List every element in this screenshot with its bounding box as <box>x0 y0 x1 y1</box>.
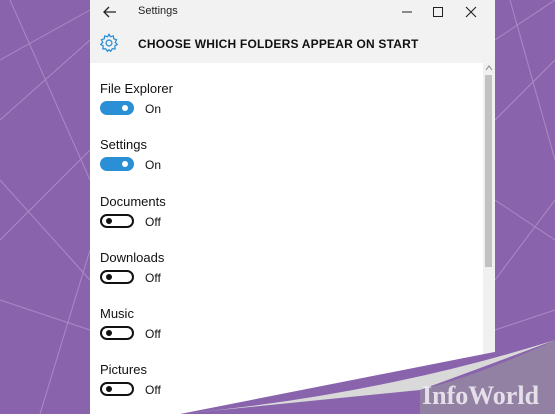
infoworld-logo: InfoWorld <box>422 381 540 410</box>
svg-text:InfoWorld: InfoWorld <box>422 381 540 410</box>
page-curl-decoration <box>180 340 555 414</box>
